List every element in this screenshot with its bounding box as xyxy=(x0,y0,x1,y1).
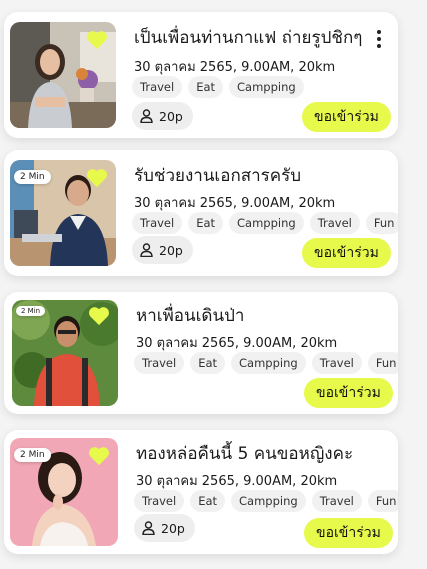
time-badge: 2 Min xyxy=(14,448,51,462)
participant-count: 20p xyxy=(132,102,193,130)
tag: Fun xyxy=(365,212,398,234)
tag: Eat xyxy=(190,352,226,374)
activity-title: หาเพื่อนเดินป่า xyxy=(136,306,245,326)
tag: Travel xyxy=(311,352,362,374)
tag: Campping xyxy=(231,352,306,374)
tag: Campping xyxy=(229,212,304,234)
activity-card[interactable]: เป็นเพื่อนท่านกาแฟ ถ่ายรูปชิกๆ 30 ตุลาคม… xyxy=(4,12,398,138)
activity-title: รับช่วยงานเอกสารครับ xyxy=(134,166,302,186)
activity-card[interactable]: 2 Min รับช่วยงานเอกสารครับ 30 ตุลาคม 256… xyxy=(4,150,398,276)
tag: Fun xyxy=(367,352,398,374)
tag-list: Travel Eat Campping Travel Fun xyxy=(134,352,398,374)
join-button[interactable]: ขอเข้าร่วม xyxy=(304,518,393,548)
time-badge: 2 Min xyxy=(16,306,46,316)
tag: Eat xyxy=(190,490,226,512)
activity-card[interactable]: 2 Min ทองหล่อคืนนี้ 5 คนขอหญิงคะ 30 ตุลา… xyxy=(4,430,398,554)
participant-count-label: 20p xyxy=(159,108,183,124)
tag: Travel xyxy=(311,490,362,512)
participant-count: 20p xyxy=(132,236,193,264)
more-vertical-icon[interactable] xyxy=(376,30,382,48)
person-icon xyxy=(140,109,153,123)
time-badge: 2 Min xyxy=(14,170,51,184)
tag: Travel xyxy=(309,212,360,234)
activity-meta: 30 ตุลาคม 2565, 9.00AM, 20km xyxy=(134,196,336,211)
activity-meta: 30 ตุลาคม 2565, 9.00AM, 20km xyxy=(134,60,336,75)
tag-list: Travel Eat Campping xyxy=(132,76,304,98)
activity-title: เป็นเพื่อนท่านกาแฟ ถ่ายรูปชิกๆ xyxy=(134,28,363,48)
heart-icon[interactable] xyxy=(86,168,108,188)
tag: Fun xyxy=(367,490,398,512)
tag: Eat xyxy=(188,76,224,98)
person-icon xyxy=(140,243,153,257)
join-button[interactable]: ขอเข้าร่วม xyxy=(304,378,393,408)
activity-title: ทองหล่อคืนนี้ 5 คนขอหญิงคะ xyxy=(136,444,354,464)
heart-icon[interactable] xyxy=(88,306,110,326)
tag: Travel xyxy=(134,352,185,374)
join-button[interactable]: ขอเข้าร่วม xyxy=(302,238,391,268)
participant-count-label: 20p xyxy=(161,520,185,536)
tag: Travel xyxy=(132,212,183,234)
join-button[interactable]: ขอเข้าร่วม xyxy=(302,102,391,132)
activity-card[interactable]: 2 Min หาเพื่อนเดินป่า 30 ตุลาคม 2565, 9.… xyxy=(4,292,398,414)
heart-icon[interactable] xyxy=(86,30,108,50)
activity-meta: 30 ตุลาคม 2565, 9.00AM, 20km xyxy=(136,474,338,489)
tag: Campping xyxy=(229,76,304,98)
person-icon xyxy=(142,521,155,535)
activity-meta: 30 ตุลาคม 2565, 9.00AM, 20km xyxy=(136,336,338,351)
tag-list: Travel Eat Campping Travel Fun xyxy=(134,490,398,512)
tag: Eat xyxy=(188,212,224,234)
tag-list: Travel Eat Campping Travel Fun xyxy=(132,212,398,234)
heart-icon[interactable] xyxy=(88,446,110,466)
participant-count: 20p xyxy=(134,514,195,542)
tag: Travel xyxy=(134,490,185,512)
tag: Travel xyxy=(132,76,183,98)
tag: Campping xyxy=(231,490,306,512)
participant-count-label: 20p xyxy=(159,242,183,258)
